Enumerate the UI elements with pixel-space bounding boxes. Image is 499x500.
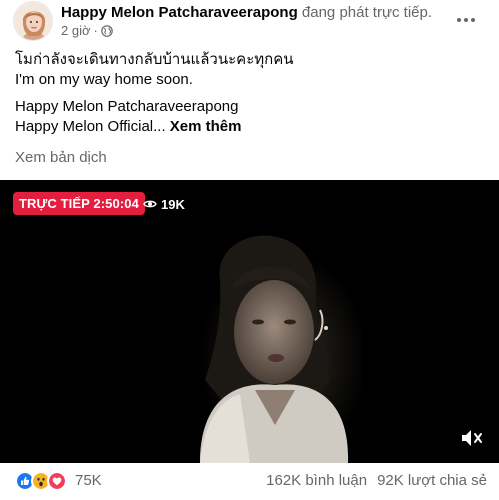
more-horizontal-icon [457, 18, 461, 22]
engagement-stats: 162K bình luận 92K lượt chia sẻ [266, 471, 487, 491]
video-frame [176, 228, 362, 463]
reaction-count: 75K [75, 472, 102, 489]
see-translation-link[interactable]: Xem bản dịch [15, 148, 107, 168]
post-footer: 75K 162K bình luận 92K lượt chia sẻ [0, 463, 499, 500]
caption-tag-1[interactable]: Happy Melon Patcharaveerapong [15, 97, 238, 117]
viewer-count-text: 19K [161, 196, 185, 212]
more-options-button[interactable] [452, 8, 480, 32]
reaction-summary[interactable]: 75K [15, 471, 102, 491]
page-name-link[interactable]: Happy Melon Patcharaveerapong [61, 4, 298, 21]
mute-button[interactable] [460, 427, 486, 449]
caption-tag-2-text[interactable]: Happy Melon Official... [15, 118, 166, 135]
post-time[interactable]: 2 giờ [61, 22, 91, 40]
caption-english: I'm on my way home soon. [15, 71, 193, 88]
live-badge: TRỰC TIẾP 2:50:04 [13, 192, 145, 215]
see-more-link[interactable]: Xem thêm [170, 118, 242, 135]
post-meta: 2 giờ · [61, 22, 113, 40]
speaker-muted-icon [462, 430, 482, 446]
caption-thai: โมก่าลังจะเดินทางกลับบ้านแล้วนะคะทุกคน [15, 51, 294, 68]
avatar[interactable] [13, 1, 53, 41]
love-icon [47, 471, 67, 491]
post-title: Happy Melon Patcharaveerapong đang phát … [61, 3, 451, 22]
share-count-link[interactable]: 92K lượt chia sẻ [377, 471, 487, 491]
comment-count-link[interactable]: 162K bình luận [266, 471, 367, 491]
post-header: Happy Melon Patcharaveerapong đang phát … [0, 0, 499, 46]
caption-tag-2: Happy Melon Official... Xem thêm [15, 117, 242, 137]
viewer-count: 19K [143, 193, 185, 215]
eye-icon [143, 200, 157, 208]
live-status-text: đang phát trực tiếp. [301, 4, 433, 21]
live-video-player[interactable]: TRỰC TIẾP 2:50:04 19K [0, 180, 499, 463]
globe-icon [101, 25, 113, 37]
